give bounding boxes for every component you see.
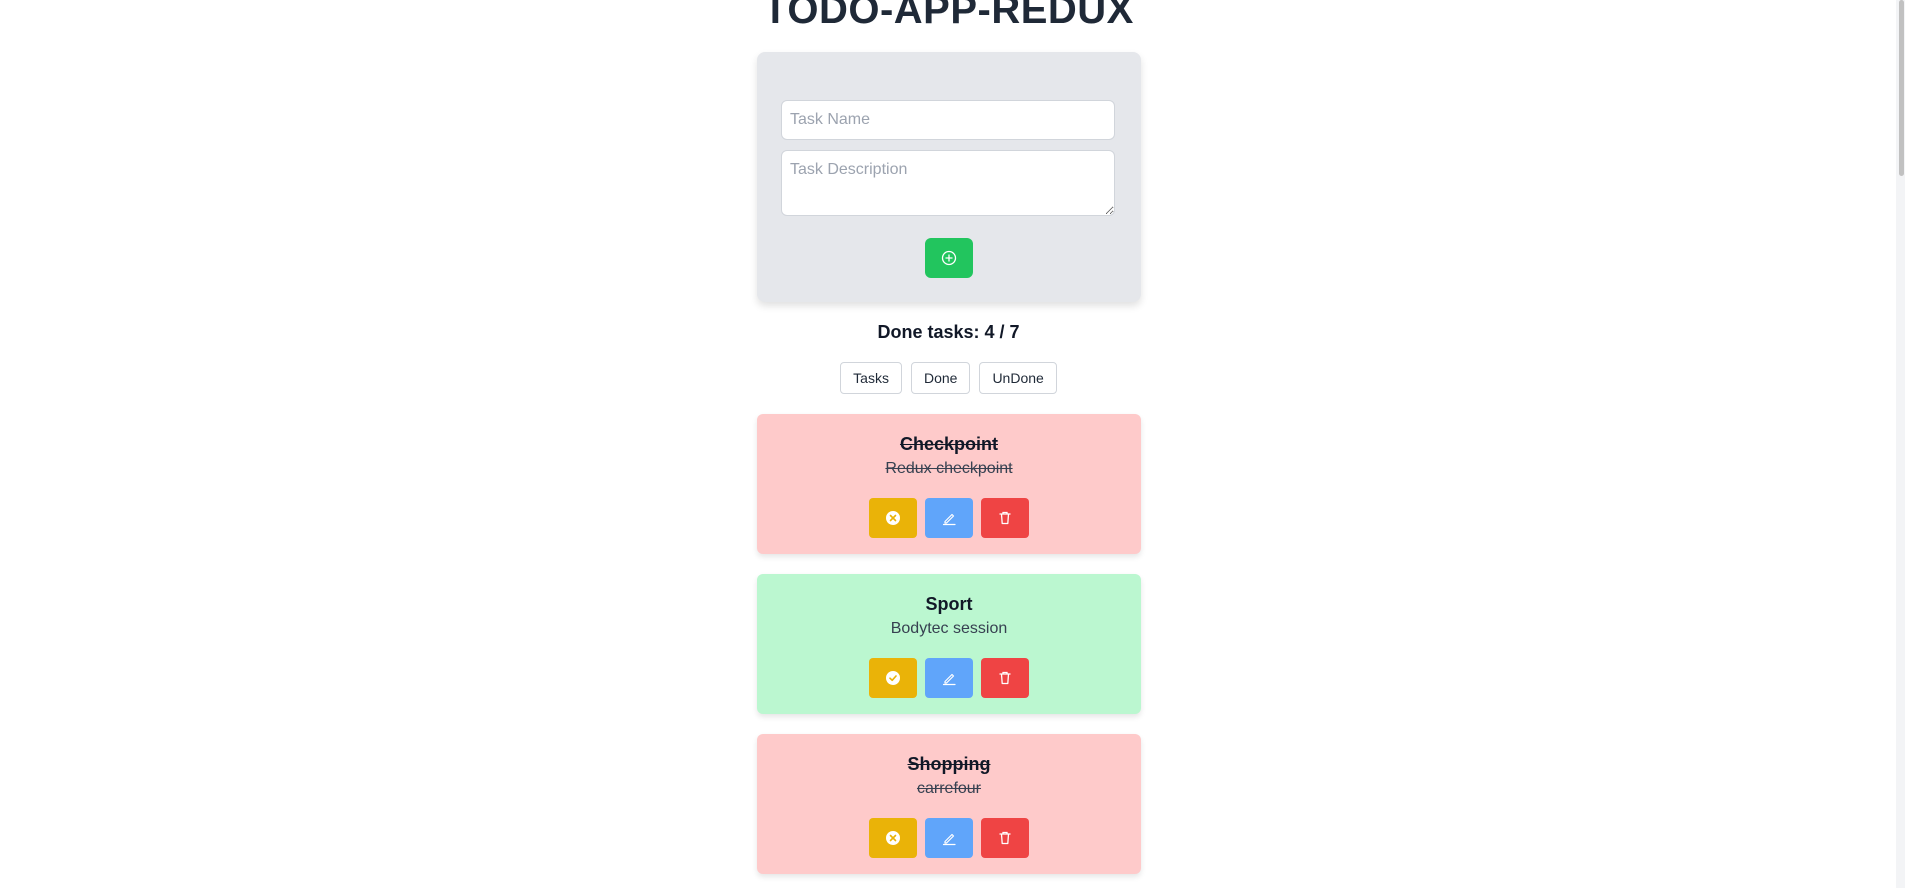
task-card: Sport Bodytec session — [757, 574, 1141, 714]
toggle-done-button[interactable] — [869, 498, 917, 538]
vertical-scrollbar[interactable] — [1896, 0, 1905, 888]
task-card: Checkpoint Redux checkpoint — [757, 414, 1141, 554]
done-tasks-counter: Done tasks: 4 / 7 — [877, 322, 1020, 342]
toggle-done-button[interactable] — [869, 818, 917, 858]
scrollbar-thumb[interactable] — [1899, 0, 1904, 176]
delete-task-button[interactable] — [981, 498, 1029, 538]
task-description: Bodytec session — [890, 620, 1008, 637]
task-title: Sport — [925, 594, 973, 614]
filter-done-button[interactable]: Done — [910, 362, 971, 394]
trash-icon — [999, 511, 1011, 525]
filter-tasks-button[interactable]: Tasks — [840, 362, 902, 394]
task-title: Shopping — [907, 754, 991, 774]
edit-task-button[interactable] — [925, 658, 973, 698]
add-task-button[interactable] — [925, 238, 973, 278]
check-circle-icon — [886, 671, 900, 685]
task-description: carrefour — [916, 780, 982, 797]
trash-icon — [999, 831, 1011, 845]
pencil-icon — [942, 673, 956, 686]
task-actions — [757, 818, 1141, 858]
pencil-icon — [942, 513, 956, 526]
trash-icon — [999, 671, 1011, 685]
edit-task-button[interactable] — [925, 818, 973, 858]
task-description: Redux checkpoint — [885, 460, 1013, 477]
task-card: Shopping carrefour — [757, 734, 1141, 874]
task-actions — [757, 658, 1141, 698]
task-actions — [757, 498, 1141, 538]
x-circle-icon — [886, 831, 900, 845]
app-title: TODO-APP-REDUX — [763, 0, 1134, 32]
task-name-input[interactable] — [781, 100, 1115, 140]
filter-bar: Tasks Done UnDone — [0, 362, 1897, 394]
pencil-icon — [942, 833, 956, 846]
x-circle-icon — [886, 511, 900, 525]
edit-task-button[interactable] — [925, 498, 973, 538]
delete-task-button[interactable] — [981, 818, 1029, 858]
filter-undone-button[interactable]: UnDone — [979, 362, 1057, 394]
task-title: Checkpoint — [899, 434, 998, 454]
plus-circle-icon — [941, 250, 957, 266]
delete-task-button[interactable] — [981, 658, 1029, 698]
page: TODO-APP-REDUX Done tasks: 4 / 7 Tasks D… — [0, 0, 1905, 888]
toggle-done-button[interactable] — [869, 658, 917, 698]
add-task-form — [757, 52, 1141, 302]
task-description-input[interactable] — [781, 150, 1115, 216]
